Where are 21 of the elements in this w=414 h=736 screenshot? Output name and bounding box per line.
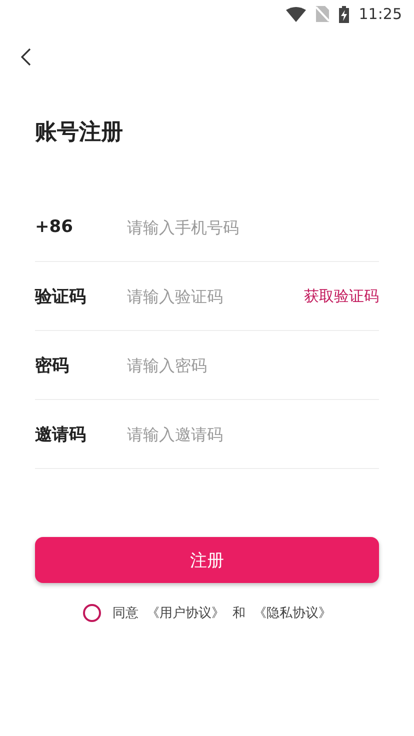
agreement-link[interactable]: 《用户协议》 xyxy=(146,604,224,622)
page-title: 账号注册 xyxy=(35,119,124,147)
battery-charging-icon xyxy=(338,6,349,22)
get-code-button[interactable]: 获取验证码 xyxy=(296,282,379,310)
field-label: 邀请码 xyxy=(35,424,87,446)
agreement-text: 同意 xyxy=(112,605,138,622)
field-label: 密码 xyxy=(35,354,70,376)
input-field[interactable]: 请输入邀请码 xyxy=(127,420,379,448)
agreement-link[interactable]: 《隐私协议》 xyxy=(254,604,332,622)
input-field[interactable]: 请输入验证码 xyxy=(127,282,296,310)
back-icon xyxy=(21,48,31,66)
wifi-icon xyxy=(286,6,306,22)
agree-checkbox[interactable] xyxy=(82,604,100,622)
clock-time: 11:25 xyxy=(358,5,402,23)
agreement-text: 和 xyxy=(232,605,246,622)
no-sim-icon xyxy=(316,6,329,22)
field-label: 验证码 xyxy=(35,286,87,308)
field-label: +86 xyxy=(35,217,74,237)
register-button[interactable]: 注册 xyxy=(35,537,379,583)
input-field[interactable]: 请输入手机号码 xyxy=(127,214,379,240)
input-field[interactable]: 请输入密码 xyxy=(127,352,379,378)
